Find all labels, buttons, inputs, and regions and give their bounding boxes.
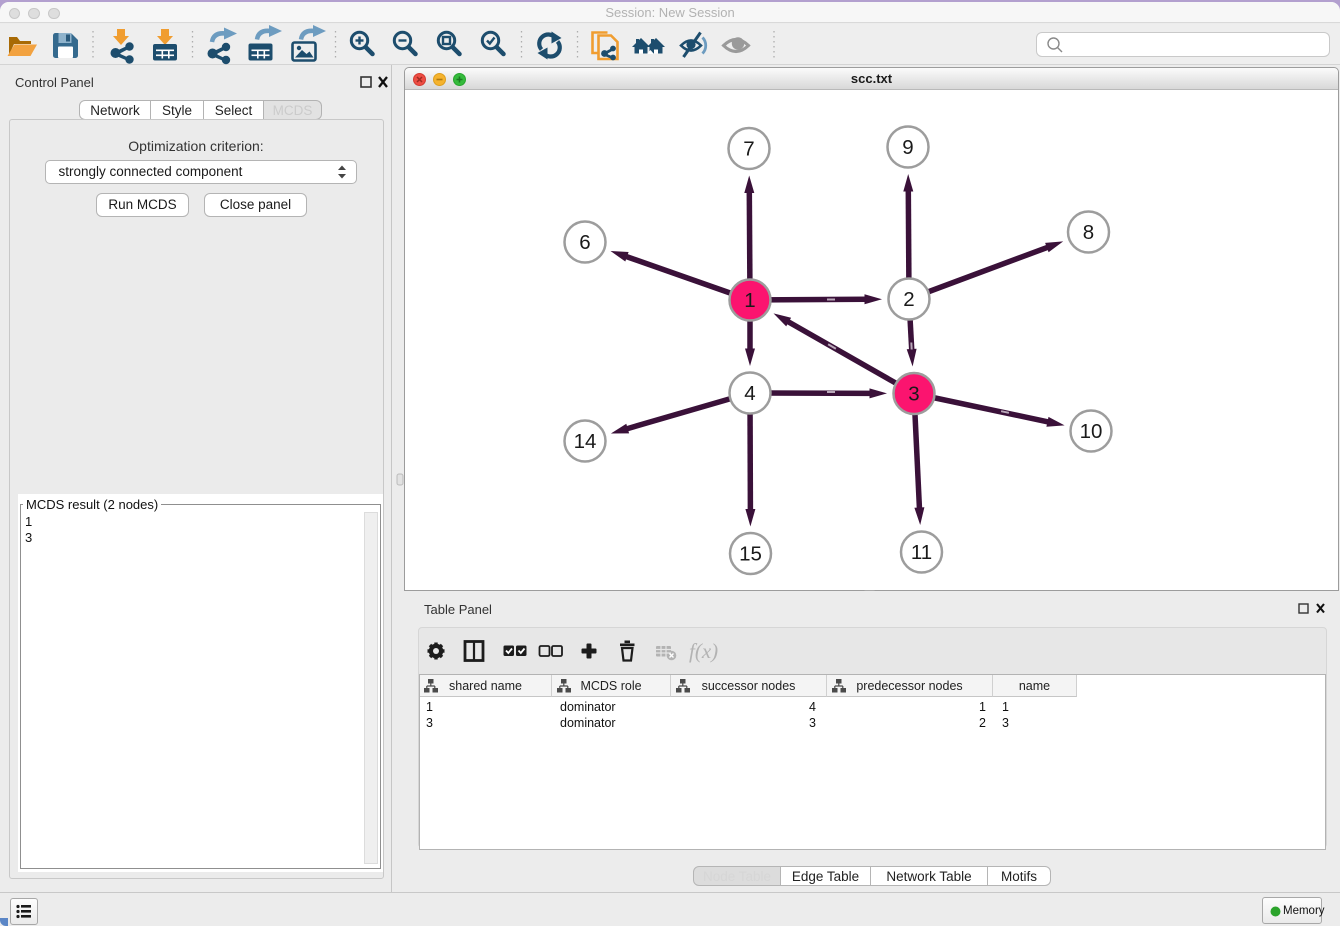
svg-text:10: 10 (1080, 420, 1103, 443)
svg-text:8: 8 (1083, 221, 1094, 244)
svg-text:11: 11 (911, 541, 932, 564)
svg-text:9: 9 (902, 136, 913, 159)
svg-text:7: 7 (743, 138, 754, 161)
svg-text:4: 4 (744, 382, 755, 405)
svg-text:6: 6 (579, 231, 590, 254)
svg-text:1: 1 (744, 289, 755, 312)
svg-text:3: 3 (908, 383, 919, 406)
svg-text:14: 14 (574, 430, 597, 453)
svg-text:2: 2 (903, 288, 914, 311)
svg-text:15: 15 (739, 543, 762, 566)
svg-text:f(x): f(x) (689, 639, 718, 663)
